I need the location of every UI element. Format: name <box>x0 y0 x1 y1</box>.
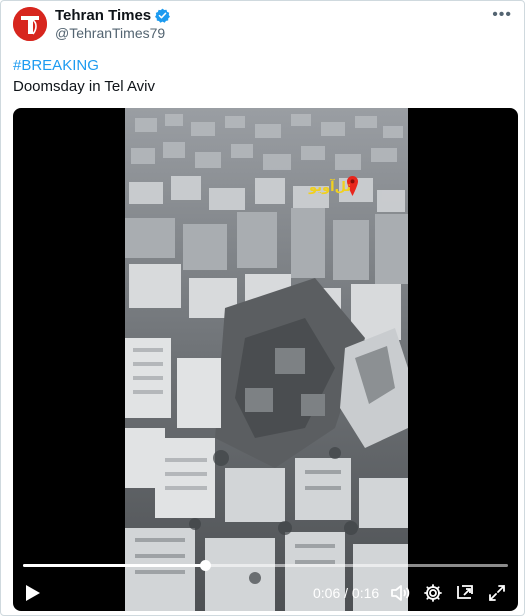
author-name-row[interactable]: Tehran Times <box>55 7 171 24</box>
video-overlay-location-label: تل‌آویو <box>309 180 352 195</box>
volume-icon[interactable] <box>390 583 410 603</box>
aerial-city-footage <box>125 108 408 611</box>
settings-gear-icon[interactable] <box>423 583 443 603</box>
verified-badge-icon <box>155 8 171 23</box>
video-controls: 0:06 / 0:16 <box>13 578 518 608</box>
play-icon[interactable] <box>23 583 43 603</box>
more-icon[interactable]: ••• <box>492 7 512 23</box>
progress-fill <box>23 564 205 567</box>
progress-bar[interactable] <box>23 560 508 571</box>
author-handle[interactable]: @TehranTimes79 <box>55 25 165 41</box>
progress-scrubber[interactable] <box>199 560 211 571</box>
tehran-times-logo-icon <box>13 7 47 41</box>
pip-icon[interactable] <box>455 583 475 603</box>
author-display-name[interactable]: Tehran Times <box>55 7 151 24</box>
tweet-text: Doomsday in Tel Aviv <box>13 78 156 95</box>
video-frame: تل‌آویو <box>125 108 408 611</box>
avatar[interactable] <box>13 7 47 41</box>
fullscreen-icon[interactable] <box>487 583 507 603</box>
video-player[interactable]: تل‌آویو 0:06 / 0:16 <box>13 108 518 611</box>
hashtag-link[interactable]: #BREAKING <box>13 57 99 74</box>
tweet-card: Tehran Times @TehranTimes79 ••• #BREAKIN… <box>0 0 525 616</box>
video-time: 0:06 / 0:16 <box>313 585 380 601</box>
